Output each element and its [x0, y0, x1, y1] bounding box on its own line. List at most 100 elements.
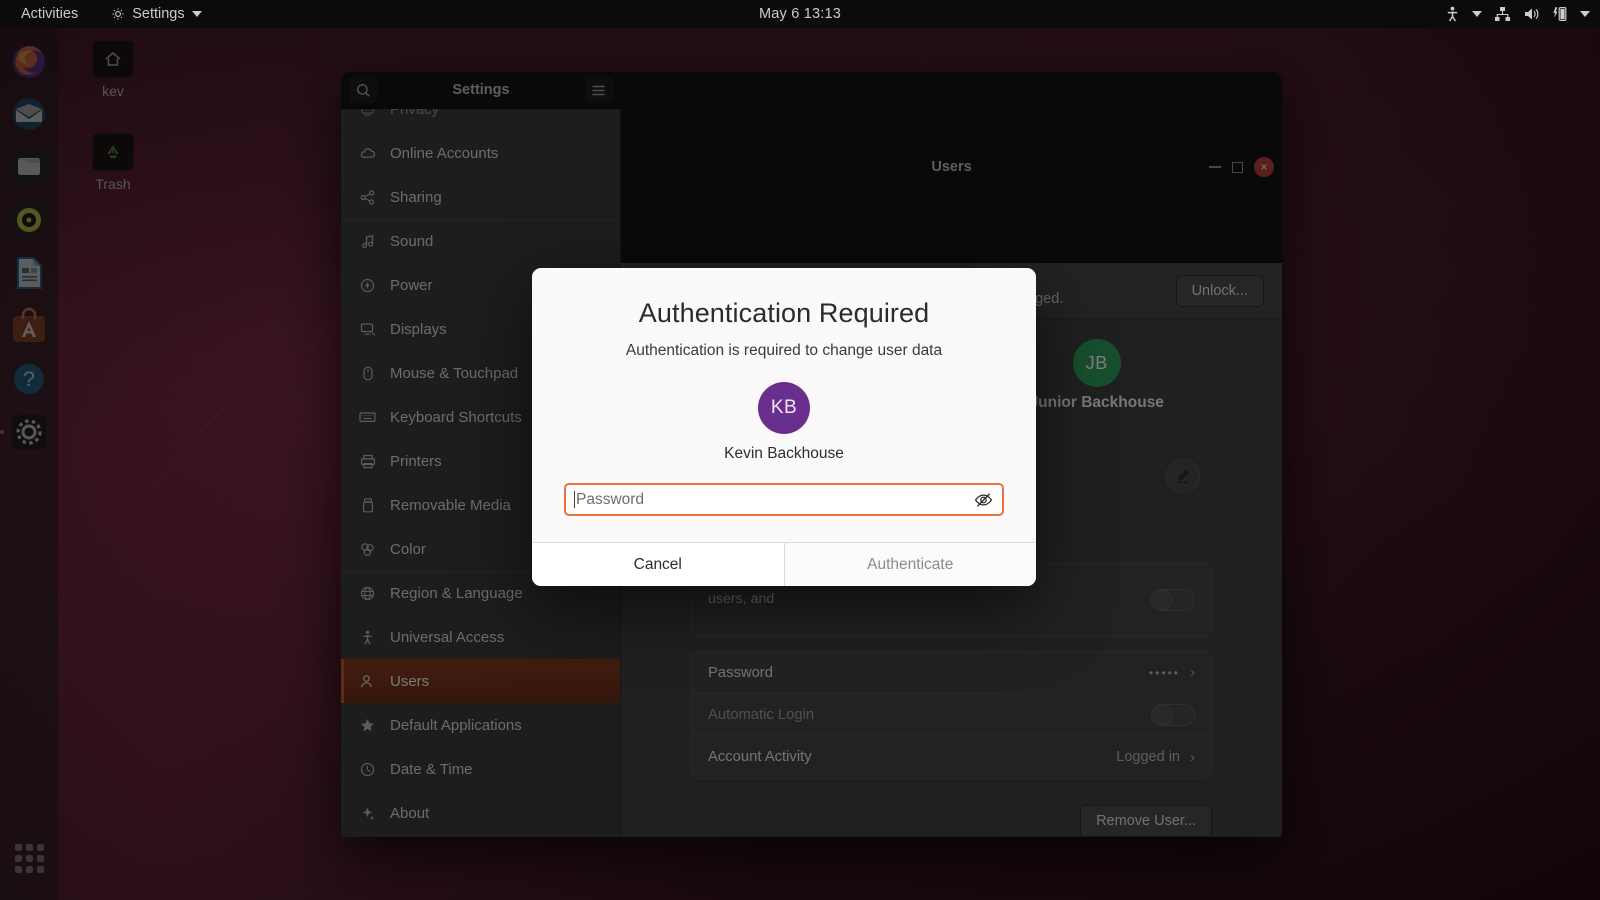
eye-slash-icon[interactable]	[974, 490, 993, 509]
universal-access-icon	[359, 629, 376, 646]
accessibility-icon	[1447, 6, 1458, 22]
svg-text:?: ?	[23, 368, 35, 391]
volume-icon	[1525, 8, 1539, 20]
clock-label[interactable]: May 6 13:13	[0, 6, 1600, 22]
chevron-right-icon-password: ›	[1190, 664, 1195, 681]
home-folder-icon	[92, 40, 134, 78]
sidebar-item-default-applications[interactable]: Default Applications	[341, 703, 620, 747]
account-settings-list: Password ••••• › Automatic Login Account…	[691, 651, 1212, 779]
printer-icon	[359, 453, 376, 470]
edit-avatar-button[interactable]	[1166, 459, 1200, 493]
window-title: Users	[931, 159, 972, 175]
password-placeholder: Password	[576, 490, 645, 508]
hamburger-menu-icon	[592, 85, 605, 95]
dock-item-thunderbird[interactable]	[8, 93, 50, 135]
avatar-junior: JB	[1072, 339, 1121, 387]
main-headerbar: Users ×	[621, 72, 1282, 263]
sidebar-item-date-time[interactable]: Date & Time	[341, 747, 620, 791]
sidebar-title: Settings	[452, 82, 510, 98]
dock-item-rhythmbox[interactable]	[8, 199, 50, 241]
thunderbird-icon	[13, 98, 45, 130]
sidebar-item-privacy-label: Privacy	[390, 109, 440, 118]
minimize-button[interactable]	[1209, 166, 1221, 168]
dialog-user-name: Kevin Backhouse	[724, 445, 844, 462]
dock-item-ubuntu-software[interactable]	[8, 305, 50, 347]
dialog-body: Authentication Required Authentication i…	[532, 268, 1036, 542]
remove-user-button[interactable]: Remove User...	[1080, 805, 1212, 837]
sidebar-item-color-label: Color	[390, 540, 426, 558]
sidebar-item-date-time-label: Date & Time	[390, 760, 473, 778]
sidebar-item-online-accounts-label: Online Accounts	[390, 144, 499, 162]
battery-icon	[1553, 7, 1567, 22]
show-applications-button[interactable]	[9, 838, 49, 878]
sidebar-item-sound[interactable]: Sound	[341, 219, 620, 263]
settings-gear-icon	[12, 415, 46, 449]
sidebar-item-about[interactable]: About	[341, 791, 620, 835]
sidebar-item-about-label: About	[390, 804, 430, 822]
chevron-down-icon-accessibility	[1472, 11, 1482, 17]
row-account-activity-label: Account Activity	[708, 749, 812, 765]
sidebar-item-displays-label: Displays	[390, 320, 447, 338]
sidebar-item-mouse-touchpad-label: Mouse & Touchpad	[390, 364, 519, 382]
remove-user-row: Remove User...	[621, 779, 1282, 837]
dock-item-help[interactable]: ?	[8, 358, 50, 400]
system-tray[interactable]	[1445, 6, 1590, 22]
sidebar-item-universal-access-label: Universal Access	[390, 628, 505, 646]
sidebar-item-default-applications-label: Default Applications	[390, 716, 522, 734]
automatic-login-toggle[interactable]	[1151, 703, 1195, 726]
sound-icon	[359, 233, 376, 250]
cancel-button[interactable]: Cancel	[532, 543, 784, 586]
share-icon	[359, 189, 376, 206]
trash-icon	[92, 133, 134, 171]
sidebar-item-online-accounts[interactable]: Online Accounts	[341, 131, 620, 175]
user-name-junior: Junior Backhouse	[1029, 394, 1164, 411]
sidebar-item-sharing[interactable]: Sharing	[341, 175, 620, 219]
row-account-activity[interactable]: Account Activity Logged in ›	[692, 736, 1211, 778]
color-icon	[359, 541, 376, 558]
dock-item-libreoffice-writer[interactable]	[8, 252, 50, 294]
authentication-dialog: Authentication Required Authentication i…	[532, 268, 1036, 586]
search-button[interactable]	[349, 77, 377, 103]
authenticate-button[interactable]: Authenticate	[783, 543, 1036, 586]
sidebar-item-universal-access[interactable]: Universal Access	[341, 615, 620, 659]
sidebar-item-users[interactable]: Users	[341, 659, 620, 703]
desktop-icon-trash-label: Trash	[95, 176, 131, 192]
removable-media-icon	[359, 497, 376, 514]
dialog-title: Authentication Required	[638, 298, 930, 328]
text-caret	[574, 491, 575, 508]
desktop-icon-trash[interactable]: Trash	[68, 133, 158, 192]
network-icon	[1495, 7, 1510, 21]
row-password-value: •••••	[1148, 665, 1180, 680]
rhythmbox-icon	[13, 204, 45, 236]
sidebar-item-region-language-label: Region & Language	[390, 585, 523, 602]
dock-item-firefox[interactable]	[8, 40, 50, 82]
display-icon	[359, 321, 376, 338]
sidebar-item-removable-media-label: Removable Media	[390, 496, 511, 514]
menu-button[interactable]	[584, 77, 613, 103]
sidebar-item-privacy[interactable]: Privacy	[341, 109, 620, 131]
libreoffice-writer-icon	[17, 257, 42, 289]
pencil-edit-icon	[1177, 469, 1190, 484]
desktop-icon-home-label: kev	[102, 83, 124, 99]
sidebar-item-sound-label: Sound	[390, 233, 434, 250]
search-icon	[356, 83, 370, 97]
dialog-message: Authentication is required to change use…	[625, 342, 943, 359]
dock-item-files[interactable]	[8, 146, 50, 188]
dock-item-settings[interactable]	[8, 411, 50, 453]
chevron-right-icon-activity: ›	[1190, 748, 1195, 766]
help-icon: ?	[14, 364, 44, 394]
password-input[interactable]: Password	[564, 483, 1004, 516]
desktop-icon-home[interactable]: kev	[68, 40, 158, 99]
unlock-button[interactable]: Unlock...	[1175, 274, 1264, 307]
administrator-toggle[interactable]	[1151, 589, 1195, 611]
users-icon	[359, 673, 376, 690]
close-button[interactable]: ×	[1254, 157, 1274, 177]
dialog-actions: Cancel Authenticate	[532, 542, 1036, 586]
window-controls: ×	[1209, 157, 1274, 177]
chevron-down-icon-system	[1580, 11, 1590, 17]
row-password[interactable]: Password ••••• ›	[692, 652, 1211, 694]
dialog-avatar: KB	[758, 382, 810, 434]
maximize-button[interactable]	[1232, 161, 1243, 173]
row-automatic-login[interactable]: Automatic Login	[692, 694, 1211, 736]
row-password-label: Password	[708, 664, 773, 681]
